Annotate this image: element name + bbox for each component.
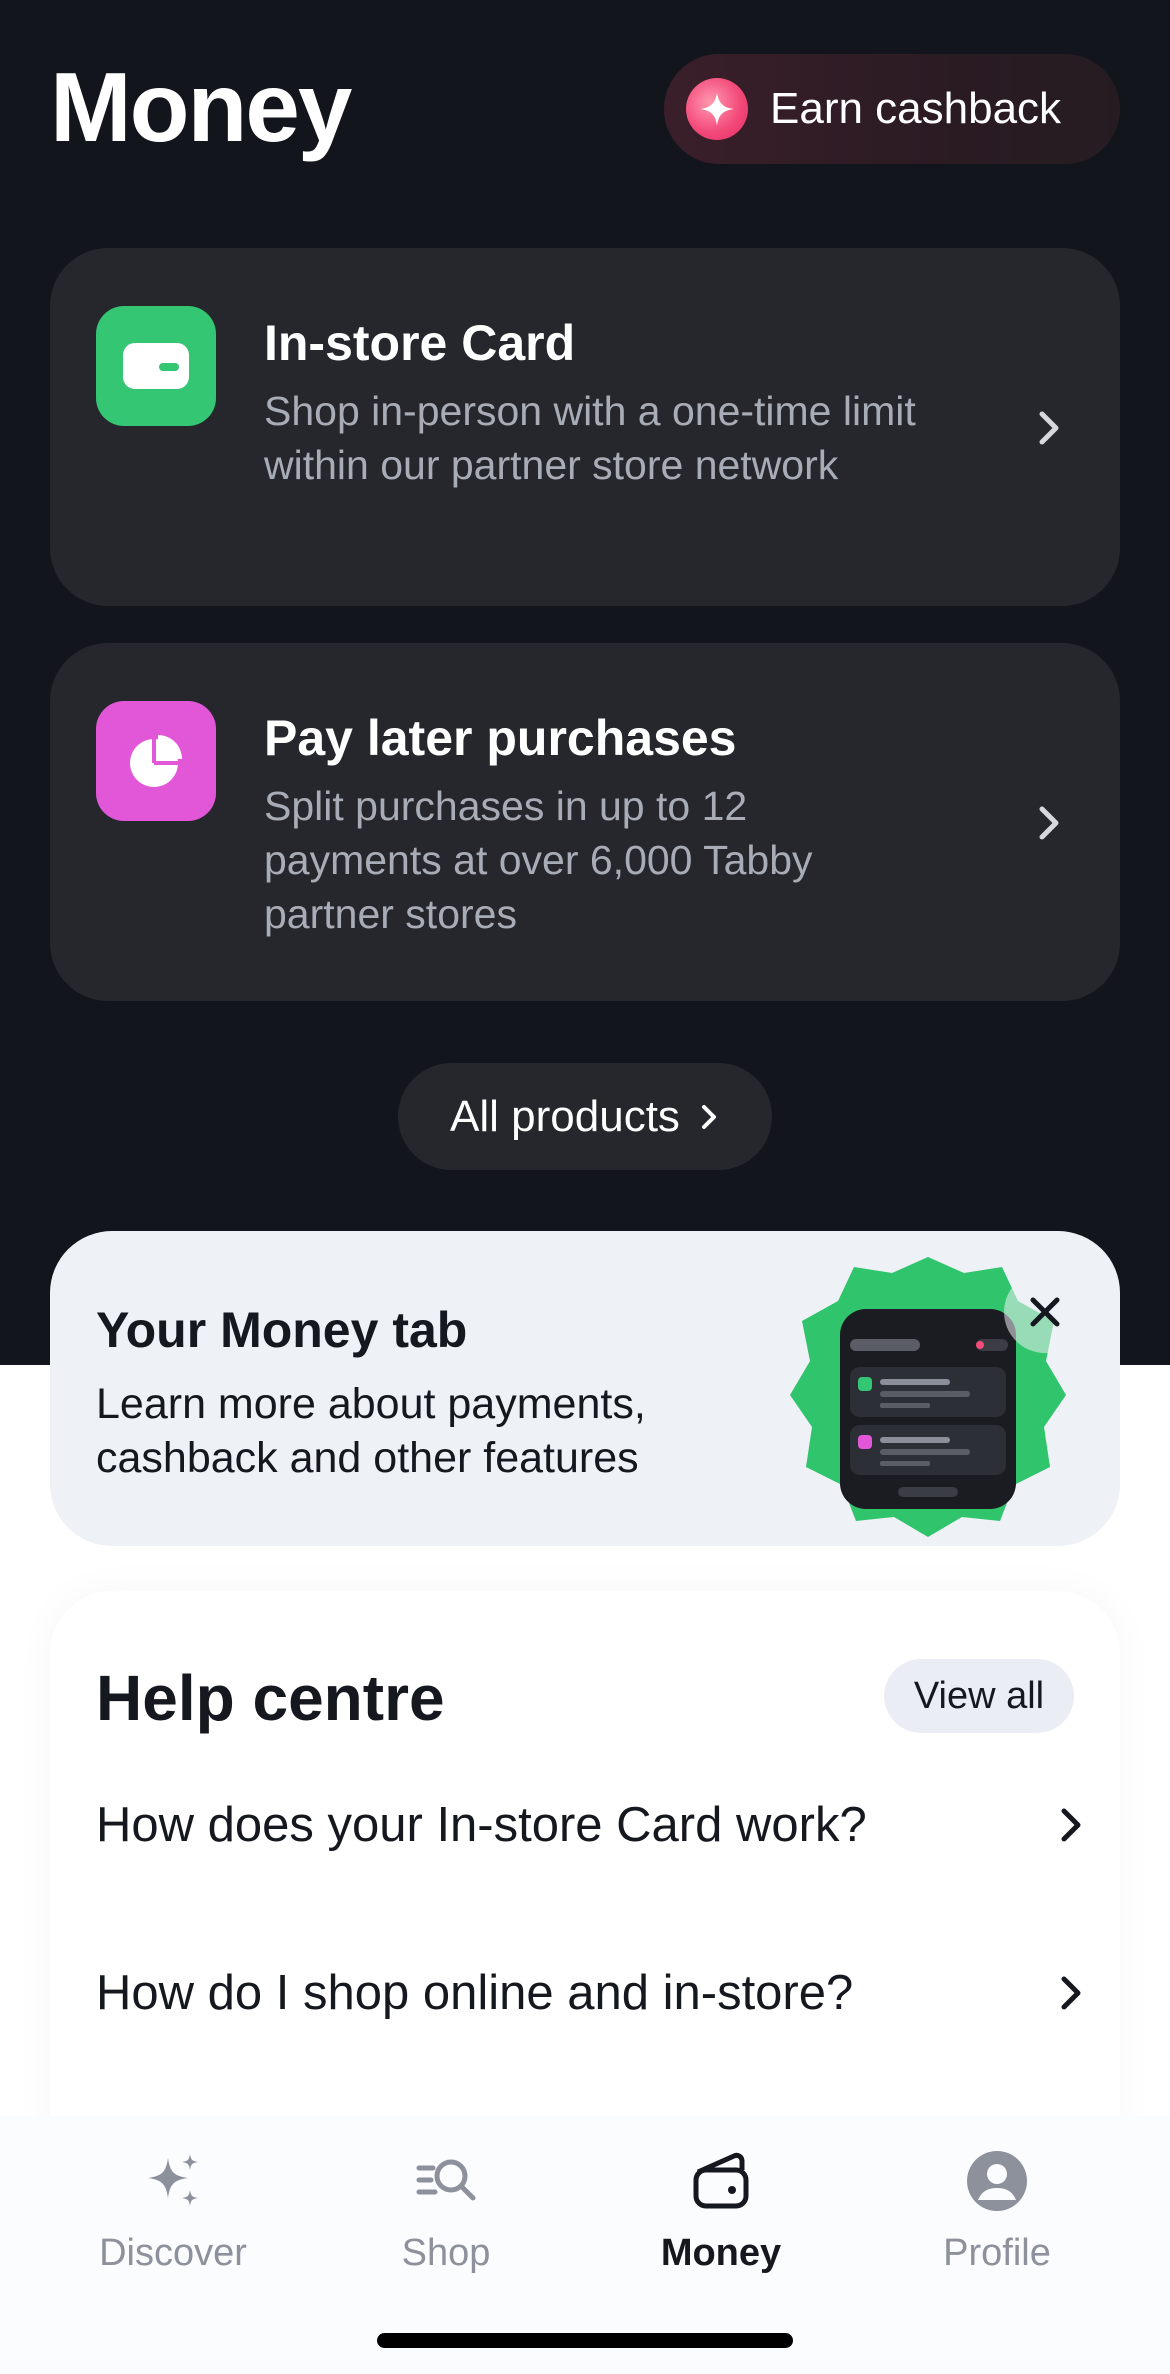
tab-money[interactable]: Money xyxy=(575,2148,867,2298)
tab-discover[interactable]: Discover xyxy=(27,2148,319,2298)
card-icon xyxy=(96,306,216,426)
product-card-in-store-card[interactable]: In-store Card Shop in-person with a one-… xyxy=(50,248,1120,606)
promo-description: Learn more about payments, cashback and … xyxy=(96,1380,646,1482)
wallet-icon xyxy=(693,2152,749,2209)
tab-shop[interactable]: Shop xyxy=(300,2148,592,2298)
help-article-item[interactable]: How do I shop online and in-store? xyxy=(96,1943,1086,2043)
earn-cashback-label: Earn cashback xyxy=(770,84,1062,133)
all-products-button[interactable]: All products xyxy=(398,1063,772,1170)
money-tab-promo-card[interactable]: Your Money tab Learn more about payments… xyxy=(50,1231,1120,1546)
tab-label: Profile xyxy=(943,2232,1051,2274)
tab-label: Money xyxy=(660,2232,782,2274)
tab-label: Shop xyxy=(401,2232,491,2274)
promo-title: Your Money tab xyxy=(96,1302,468,1358)
chevron-right-icon xyxy=(1039,411,1059,445)
earn-cashback-button[interactable]: Earn cashback xyxy=(664,54,1120,164)
close-icon xyxy=(1030,1297,1060,1327)
help-article-label: How do I shop online and in-store? xyxy=(96,1966,854,2020)
all-products-label: All products xyxy=(450,1091,680,1141)
tab-label: Discover xyxy=(99,2232,247,2274)
profile-icon xyxy=(967,2151,1027,2211)
help-centre-title: Help centre xyxy=(96,1662,445,1734)
view-all-button[interactable]: View all xyxy=(884,1659,1074,1733)
help-article-item[interactable]: How does your In-store Card work? xyxy=(96,1775,1086,1875)
sparkles-icon xyxy=(148,2154,198,2206)
sparkle-icon xyxy=(686,78,748,140)
product-title: Pay later purchases xyxy=(264,710,737,766)
chevron-right-icon xyxy=(1061,1808,1081,1842)
chevron-right-icon xyxy=(1061,1976,1081,2010)
home-indicator xyxy=(377,2333,793,2348)
search-list-icon xyxy=(416,2159,476,2201)
page-title: Money xyxy=(50,52,352,162)
product-card-pay-later[interactable]: Pay later purchases Split purchases in u… xyxy=(50,643,1120,1001)
product-description: Shop in-person with a one-time limit wit… xyxy=(264,388,916,488)
pie-chart-icon xyxy=(96,701,216,821)
chevron-right-icon xyxy=(1039,806,1059,840)
product-title: In-store Card xyxy=(264,315,576,371)
help-article-label: How does your In-store Card work? xyxy=(96,1798,867,1852)
product-description: Split purchases in up to 12 payments at … xyxy=(264,783,813,937)
tab-profile[interactable]: Profile xyxy=(851,2148,1143,2298)
close-promo-button[interactable] xyxy=(1004,1271,1086,1353)
chevron-right-icon xyxy=(701,1104,716,1129)
